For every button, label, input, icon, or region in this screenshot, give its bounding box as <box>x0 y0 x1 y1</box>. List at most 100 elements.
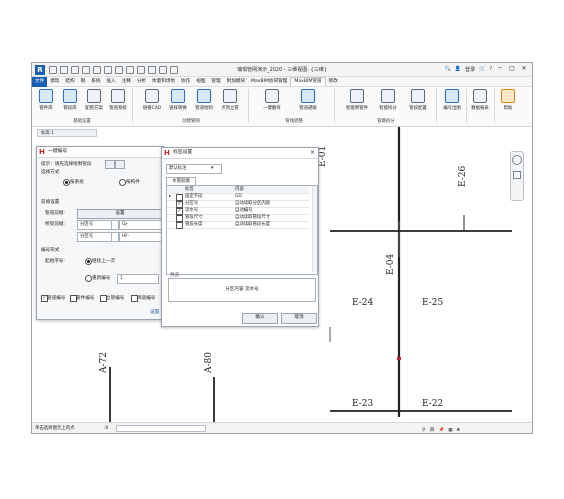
view-tab[interactable]: 标高 1 <box>37 129 97 137</box>
pipe-partition-select[interactable]: 分区号 <box>77 220 113 230</box>
tab-maxbim-pipe[interactable]: MaxBIM管道 <box>290 77 326 86</box>
ribbon-segment-config[interactable]: 管段配置 <box>406 89 430 111</box>
col-content-header: 内容 <box>235 187 244 192</box>
minimize-button[interactable]: ─ <box>496 65 504 73</box>
steering-wheel-icon[interactable] <box>512 155 522 165</box>
ribbon-number-output[interactable]: 编号出图 <box>440 89 464 111</box>
cable-partition-select[interactable]: 分区号 <box>77 232 113 242</box>
radio-restart[interactable] <box>85 275 92 282</box>
tag-e04[interactable]: E-04 <box>386 254 396 275</box>
numbering-dialog: H 一键编号 提示：请先选择绘制管段 选择方式 按系统 按构件 前缀设置 管道前… <box>36 146 165 320</box>
numbering-section-label: 编号形式 <box>41 248 60 253</box>
ribbon-smart-fitting[interactable]: 智能侧管件 <box>342 89 372 111</box>
tab-architecture[interactable]: 建筑 <box>47 77 62 87</box>
tag-e23[interactable]: E-23 <box>352 399 373 409</box>
group-route-split: 管路拆分 <box>377 119 395 124</box>
tab-view[interactable]: 视图 <box>193 77 208 87</box>
tab-maxbim-collab[interactable]: MaxBIM协同管理 <box>248 77 290 87</box>
tab-collaborate[interactable]: 协作 <box>178 77 193 87</box>
ribbon-help[interactable]: 帮助 <box>496 89 520 111</box>
filter-icon[interactable]: ⚲ <box>422 425 425 433</box>
col-tag-header: 标签 <box>185 187 194 192</box>
pick-button[interactable] <box>105 160 115 169</box>
row-content: GD <box>235 194 242 199</box>
table-row[interactable]: 管段长度 自动读取管段长度 <box>167 221 309 229</box>
pipe-number-label: 管道编号 <box>47 296 66 301</box>
row-pointer-icon: ▸ <box>169 194 172 199</box>
ribbon-one-key-bend[interactable]: 一键翻弯 <box>260 89 284 111</box>
select-pinned-icon[interactable]: 📌 <box>439 425 444 433</box>
radio-continue[interactable] <box>85 258 92 265</box>
ok-button[interactable]: 确认 <box>242 313 278 324</box>
tag-e01[interactable]: E-01 <box>318 146 328 167</box>
restart-number-field[interactable]: 1 <box>117 274 159 284</box>
select-underlay-icon[interactable]: ▦ <box>448 425 452 433</box>
radio-by-system[interactable] <box>63 179 70 186</box>
tab-massing[interactable]: 体量和场地 <box>149 77 178 87</box>
tab-modify[interactable]: 修改 <box>326 77 341 87</box>
tab-steel[interactable]: 钢 <box>78 77 89 87</box>
ribbon-segment-library[interactable]: 管段库 <box>58 89 82 111</box>
tag-e26[interactable]: E-26 <box>458 166 468 187</box>
drag-icon[interactable]: ✥ <box>456 425 460 433</box>
user-icon[interactable]: 👤 <box>455 66 461 72</box>
maximize-button[interactable]: □ <box>508 65 516 73</box>
tab-analyze[interactable]: 分析 <box>134 77 149 87</box>
routing-scheme-icon <box>87 89 101 103</box>
login-link[interactable]: 登录 <box>465 66 475 73</box>
prefix-section-label: 前缀设置 <box>41 200 60 205</box>
pipe-prefix-settings-button[interactable]: 设置 <box>77 209 163 219</box>
ribbon-data-report[interactable]: 数据报表 <box>468 89 492 111</box>
pipe-prefix-field[interactable]: GJ- <box>119 220 165 230</box>
close-button[interactable]: ✕ <box>520 65 528 73</box>
cable-separator-field[interactable] <box>111 232 119 242</box>
link-cad-icon <box>145 89 159 103</box>
zoom-icon[interactable] <box>513 171 521 179</box>
tab-addins[interactable]: 附加模块 <box>224 77 248 87</box>
row-tag: 管段尺寸 <box>185 215 203 220</box>
data-report-icon <box>473 89 487 103</box>
settings-link[interactable]: 设置 <box>150 309 159 315</box>
tag-a72[interactable]: A-72 <box>99 352 109 373</box>
tab-annotate[interactable]: 注释 <box>119 77 134 87</box>
tab-manage[interactable]: 管理 <box>208 77 223 87</box>
filter-button[interactable] <box>115 160 125 169</box>
ribbon-fitting-library[interactable]: 管件库 <box>34 89 58 111</box>
tag-e25[interactable]: E-25 <box>422 298 443 308</box>
ribbon-smart-split[interactable]: 智能拆分 <box>376 89 400 111</box>
tag-e22[interactable]: E-22 <box>422 399 443 409</box>
ribbon-divider <box>436 89 437 123</box>
ribbon-point-riser[interactable]: 点到立管 <box>218 89 242 111</box>
pipe-separator-field[interactable] <box>111 220 119 230</box>
tab-water-prefix[interactable]: 水管前缀 <box>166 177 196 185</box>
radio-by-component[interactable] <box>119 179 126 186</box>
ribbon-convert[interactable]: 链样转换 <box>166 89 190 111</box>
row-check[interactable] <box>176 222 183 229</box>
number-output-icon <box>445 89 459 103</box>
tab-insert[interactable]: 插入 <box>103 77 118 87</box>
ribbon-avoid-collision[interactable]: 管道避碰 <box>296 89 320 111</box>
tab-structure[interactable]: 结构 <box>62 77 77 87</box>
workset-dropdown[interactable] <box>116 425 206 432</box>
tab-file[interactable]: 文件 <box>32 76 48 87</box>
tab-systems[interactable]: 系统 <box>88 77 103 87</box>
ribbon-pipe-draw[interactable]: 管道绘制 <box>192 89 216 111</box>
close-icon[interactable]: × <box>310 148 315 158</box>
ribbon-routing-scheme[interactable]: 配管方案 <box>82 89 106 111</box>
ribbon-pipe-system[interactable]: 管道系统 <box>106 89 130 111</box>
select-links-icon[interactable]: ⛓ <box>429 425 435 433</box>
pipe-system-icon <box>111 89 125 103</box>
segment-config-icon <box>411 89 425 103</box>
fitting-library-icon <box>39 89 53 103</box>
ribbon-divider <box>248 89 249 123</box>
h-logo-icon: H <box>164 149 170 157</box>
search-icon[interactable]: 🔍 <box>445 66 451 72</box>
tag-e24[interactable]: E-24 <box>352 298 373 308</box>
help-icon[interactable]: ? <box>489 66 492 72</box>
cart-icon[interactable]: 🛒 <box>479 66 485 72</box>
grid-scrollbar[interactable] <box>312 186 317 272</box>
tag-a80[interactable]: A-80 <box>204 352 214 373</box>
cable-prefix-field[interactable]: HF- <box>119 232 165 242</box>
ribbon-link-cad[interactable]: 链接CAD <box>140 89 164 111</box>
cancel-button[interactable]: 取消 <box>281 313 317 324</box>
